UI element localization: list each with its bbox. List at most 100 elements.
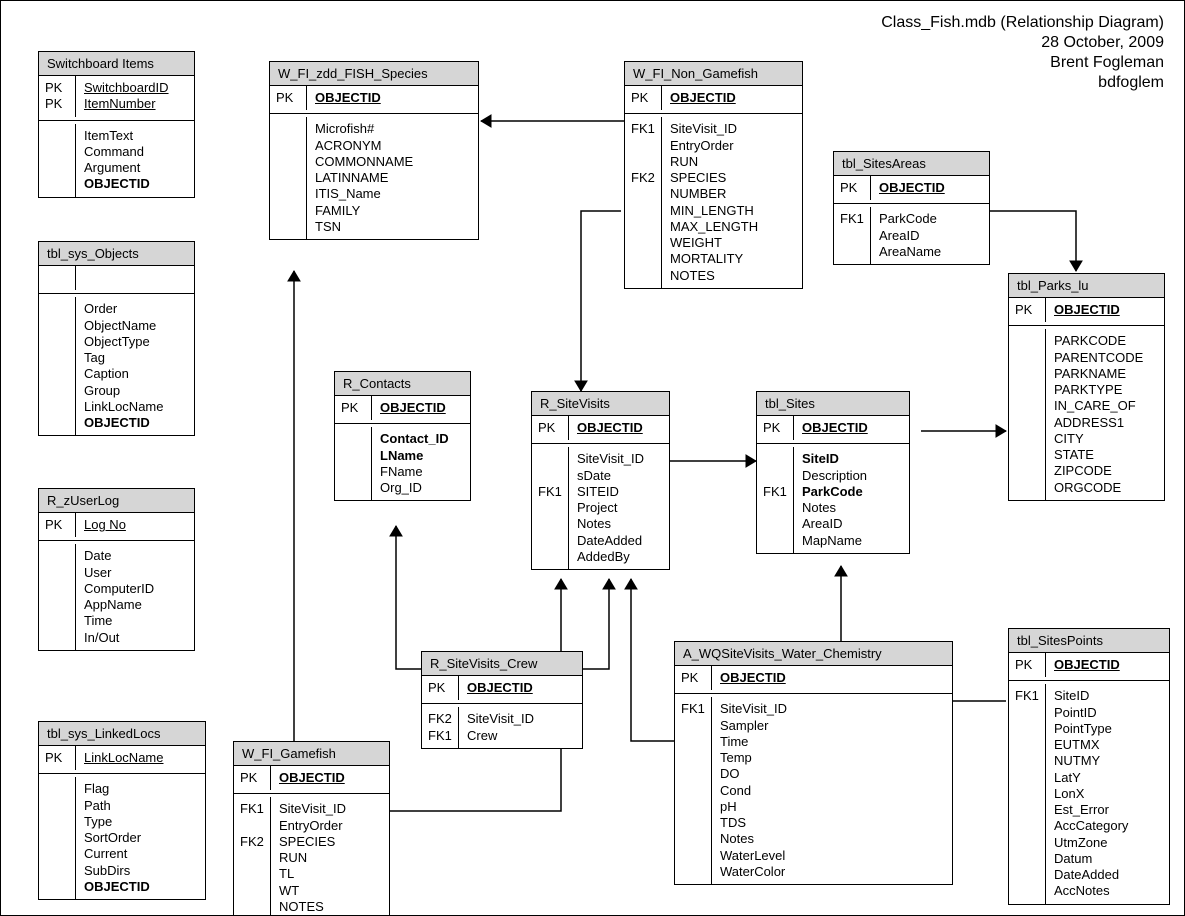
key-label: PK (1015, 302, 1039, 318)
field-label: SPECIES (670, 170, 758, 186)
key-label (1015, 480, 1039, 496)
key-column (270, 117, 307, 239)
title-line-4: bdfoglem (881, 73, 1164, 93)
key-label (45, 814, 69, 830)
field-label: OBJECTID (84, 415, 164, 431)
field-label: OBJECTID (670, 90, 736, 106)
field-label: Description (802, 468, 867, 484)
field-column: DateUserComputerIDAppNameTimeIn/Out (76, 544, 162, 650)
field-label: ParkCode (802, 484, 867, 500)
entity-r-zuserlog: R_zUserLogPKLog No DateUserComputerIDApp… (38, 488, 195, 651)
field-label: Crew (467, 728, 534, 744)
field-column: OBJECTID (372, 396, 454, 420)
field-label: SiteVisit_ID (670, 121, 758, 137)
field-label: sDate (577, 468, 644, 484)
entity-section: PKOBJECTID (625, 86, 802, 110)
key-label (276, 203, 300, 219)
key-label (45, 613, 69, 629)
key-label (1015, 802, 1039, 818)
key-column: FK1 (834, 207, 871, 264)
entity-w-fi-gamefish: W_FI_GamefishPKOBJECTIDFK1 FK2 SiteVisit… (233, 741, 390, 916)
field-label: TSN (315, 219, 413, 235)
entity-tbl-sitespoints: tbl_SitesPointsPKOBJECTIDFK1 SiteIDPoint… (1008, 628, 1170, 905)
entity-section: PKOBJECTID (675, 666, 952, 690)
key-label (681, 718, 705, 734)
key-label: PK (763, 420, 787, 436)
entity-section: FK1 ParkCodeAreaIDAreaName (834, 203, 989, 264)
field-column: ParkCodeAreaIDAreaName (871, 207, 949, 264)
key-column: FK1 FK2 (625, 117, 662, 288)
field-label: AppName (84, 597, 154, 613)
key-label (45, 301, 69, 317)
key-label (840, 228, 864, 244)
key-label (631, 203, 655, 219)
field-label: SortOrder (84, 830, 150, 846)
key-label (631, 138, 655, 154)
field-label: Type (84, 814, 150, 830)
key-label (240, 850, 264, 866)
key-label (681, 831, 705, 847)
field-label: TDS (720, 815, 787, 831)
field-label: OBJECTID (315, 90, 381, 106)
field-label: Order (84, 301, 164, 317)
field-label: Caption (84, 366, 164, 382)
field-label: Time (720, 734, 787, 750)
field-label: ItemNumber (84, 96, 169, 112)
field-column: SiteVisit_IDSamplerTimeTempDOCondpHTDSNo… (712, 697, 795, 884)
field-label: IN_CARE_OF (1054, 398, 1143, 414)
key-label (538, 468, 562, 484)
entity-r-sitevisits: R_SiteVisitsPKOBJECTID FK1 SiteVisit_IDs… (531, 391, 670, 570)
key-label: PK (1015, 657, 1039, 673)
key-label: PK (45, 96, 69, 112)
key-label: FK2 (240, 834, 264, 850)
field-label: ITIS_Name (315, 186, 413, 202)
field-label: LatY (1054, 770, 1128, 786)
field-label: OBJECTID (577, 420, 643, 436)
key-column (1009, 329, 1046, 500)
field-label: RUN (279, 850, 346, 866)
field-column: SiteVisit_IDEntryOrderRUNSPECIESNUMBERMI… (662, 117, 766, 288)
field-label: EntryOrder (670, 138, 758, 154)
entity-header: R_Contacts (335, 372, 470, 396)
field-column: ItemTextCommandArgumentOBJECTID (76, 124, 158, 197)
field-column: SiteVisit_IDsDateSITEIDProjectNotesDateA… (569, 447, 652, 569)
key-label (341, 431, 365, 447)
entity-section: PARKCODEPARENTCODEPARKNAMEPARKTYPEIN_CAR… (1009, 325, 1164, 500)
key-label (631, 154, 655, 170)
field-label: SPECIES (279, 834, 346, 850)
field-label: MORTALITY (670, 251, 758, 267)
entity-section: PKLog No (39, 513, 194, 537)
key-label (45, 581, 69, 597)
key-label (45, 830, 69, 846)
key-label (681, 734, 705, 750)
key-column: FK1 (757, 447, 794, 553)
field-label: UtmZone (1054, 835, 1128, 851)
key-label: PK (840, 180, 864, 196)
entity-r-sitevisits-crew: R_SiteVisits_CrewPKOBJECTIDFK2FK1SiteVis… (421, 651, 583, 749)
key-label (1015, 737, 1039, 753)
entity-header: A_WQSiteVisits_Water_Chemistry (675, 642, 952, 666)
entity-header: R_SiteVisits_Crew (422, 652, 582, 676)
field-column: Microfish#ACRONYMCOMMONNAMELATINNAMEITIS… (307, 117, 421, 239)
key-label (276, 186, 300, 202)
field-label: ADDRESS1 (1054, 415, 1143, 431)
key-label (45, 318, 69, 334)
field-label: SwitchboardID (84, 80, 169, 96)
key-label (681, 864, 705, 880)
field-label: In/Out (84, 630, 154, 646)
key-label (840, 244, 864, 260)
entity-header: W_FI_Gamefish (234, 742, 389, 766)
entity-header: Switchboard Items (39, 52, 194, 76)
diagram-title-block: Class_Fish.mdb (Relationship Diagram) 28… (881, 13, 1164, 93)
field-column: OBJECTID (569, 416, 651, 440)
field-column: FlagPathTypeSortOrderCurrentSubDirsOBJEC… (76, 777, 158, 899)
key-column: FK1 FK2 (234, 797, 271, 916)
field-label: OBJECTID (84, 879, 150, 895)
field-label: FAMILY (315, 203, 413, 219)
entity-header: tbl_Sites (757, 392, 909, 416)
field-label: SiteVisit_ID (467, 711, 534, 727)
key-label (681, 848, 705, 864)
key-label (45, 565, 69, 581)
entity-header: tbl_SitesAreas (834, 152, 989, 176)
field-label: Cond (720, 783, 787, 799)
